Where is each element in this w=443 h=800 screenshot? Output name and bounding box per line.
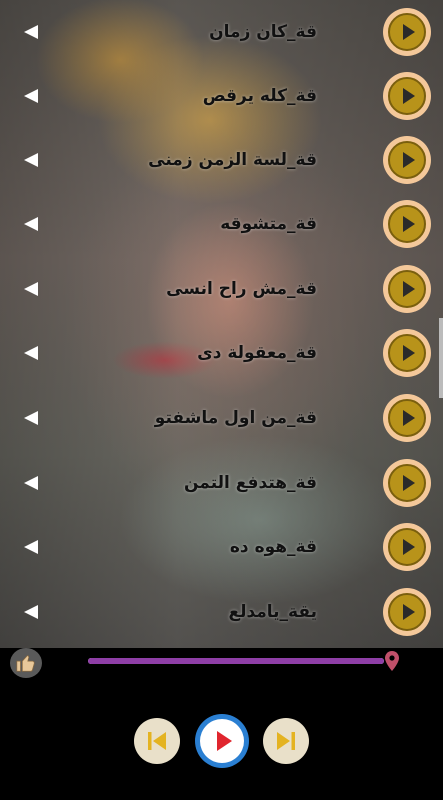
track-title: قة_مش راح انسى xyxy=(166,279,317,299)
track-play-button[interactable] xyxy=(383,523,431,571)
left-arrow-icon[interactable] xyxy=(24,540,38,554)
track-title: قة_لسة الزمن زمنى xyxy=(148,150,317,170)
location-pin-icon[interactable] xyxy=(384,650,400,672)
play-icon xyxy=(403,604,415,620)
play-icon xyxy=(403,475,415,491)
track-play-button[interactable] xyxy=(383,588,431,636)
skip-next-icon xyxy=(277,732,295,750)
track-play-button[interactable] xyxy=(383,265,431,313)
track-play-button[interactable] xyxy=(383,200,431,248)
like-button[interactable] xyxy=(10,648,42,678)
play-icon xyxy=(403,216,415,232)
track-row[interactable]: قة_لسة الزمن زمنى xyxy=(0,128,443,192)
track-row[interactable]: قة_متشوقه xyxy=(0,192,443,256)
next-button[interactable] xyxy=(263,718,309,764)
left-arrow-icon[interactable] xyxy=(24,89,38,103)
track-play-button[interactable] xyxy=(383,72,431,120)
left-arrow-icon[interactable] xyxy=(24,25,38,39)
play-icon xyxy=(403,539,415,555)
left-arrow-icon[interactable] xyxy=(24,217,38,231)
left-arrow-icon[interactable] xyxy=(24,411,38,425)
track-title: قة_متشوقه xyxy=(220,214,317,234)
left-arrow-icon[interactable] xyxy=(24,153,38,167)
thumbs-up-icon xyxy=(16,655,35,672)
track-row[interactable]: قة_مش راح انسى xyxy=(0,257,443,321)
play-icon xyxy=(216,731,232,751)
play-icon xyxy=(403,152,415,168)
left-arrow-icon[interactable] xyxy=(24,346,38,360)
track-row[interactable]: قة_كله يرقص xyxy=(0,64,443,128)
track-row[interactable]: قة_كان زمان xyxy=(0,0,443,64)
skip-previous-icon xyxy=(148,732,166,750)
track-row[interactable]: قة_هتدفع التمن xyxy=(0,451,443,515)
track-title: قة_هوه ده xyxy=(229,537,317,557)
track-title: قة_كله يرقص xyxy=(202,86,317,106)
track-title: قة_كان زمان xyxy=(209,22,317,42)
left-arrow-icon[interactable] xyxy=(24,476,38,490)
play-icon xyxy=(403,345,415,361)
left-arrow-icon[interactable] xyxy=(24,282,38,296)
track-title: يقة_يامدلع xyxy=(228,602,317,622)
track-play-button[interactable] xyxy=(383,136,431,184)
seek-slider[interactable] xyxy=(88,658,384,664)
track-row[interactable]: قة_هوه ده xyxy=(0,515,443,579)
track-row[interactable]: يقة_يامدلع xyxy=(0,580,443,644)
track-title: قة_هتدفع التمن xyxy=(184,473,317,493)
track-title: قة_من اول ماشفتو xyxy=(154,408,317,428)
play-icon xyxy=(403,24,415,40)
track-row[interactable]: قة_من اول ماشفتو xyxy=(0,386,443,450)
track-row[interactable]: قة_معقولة دى xyxy=(0,321,443,385)
play-button[interactable] xyxy=(195,714,249,768)
track-play-button[interactable] xyxy=(383,394,431,442)
play-icon xyxy=(403,410,415,426)
track-play-button[interactable] xyxy=(383,329,431,377)
track-play-button[interactable] xyxy=(383,459,431,507)
track-title: قة_معقولة دى xyxy=(197,343,317,363)
track-play-button[interactable] xyxy=(383,8,431,56)
seek-progress xyxy=(88,658,384,664)
previous-button[interactable] xyxy=(134,718,180,764)
play-icon xyxy=(403,281,415,297)
track-list[interactable]: قة_كان زمان قة_كله يرقص قة_لسة الزمن زمن… xyxy=(0,0,443,648)
play-icon xyxy=(403,88,415,104)
scrollbar[interactable] xyxy=(439,318,443,398)
left-arrow-icon[interactable] xyxy=(24,605,38,619)
